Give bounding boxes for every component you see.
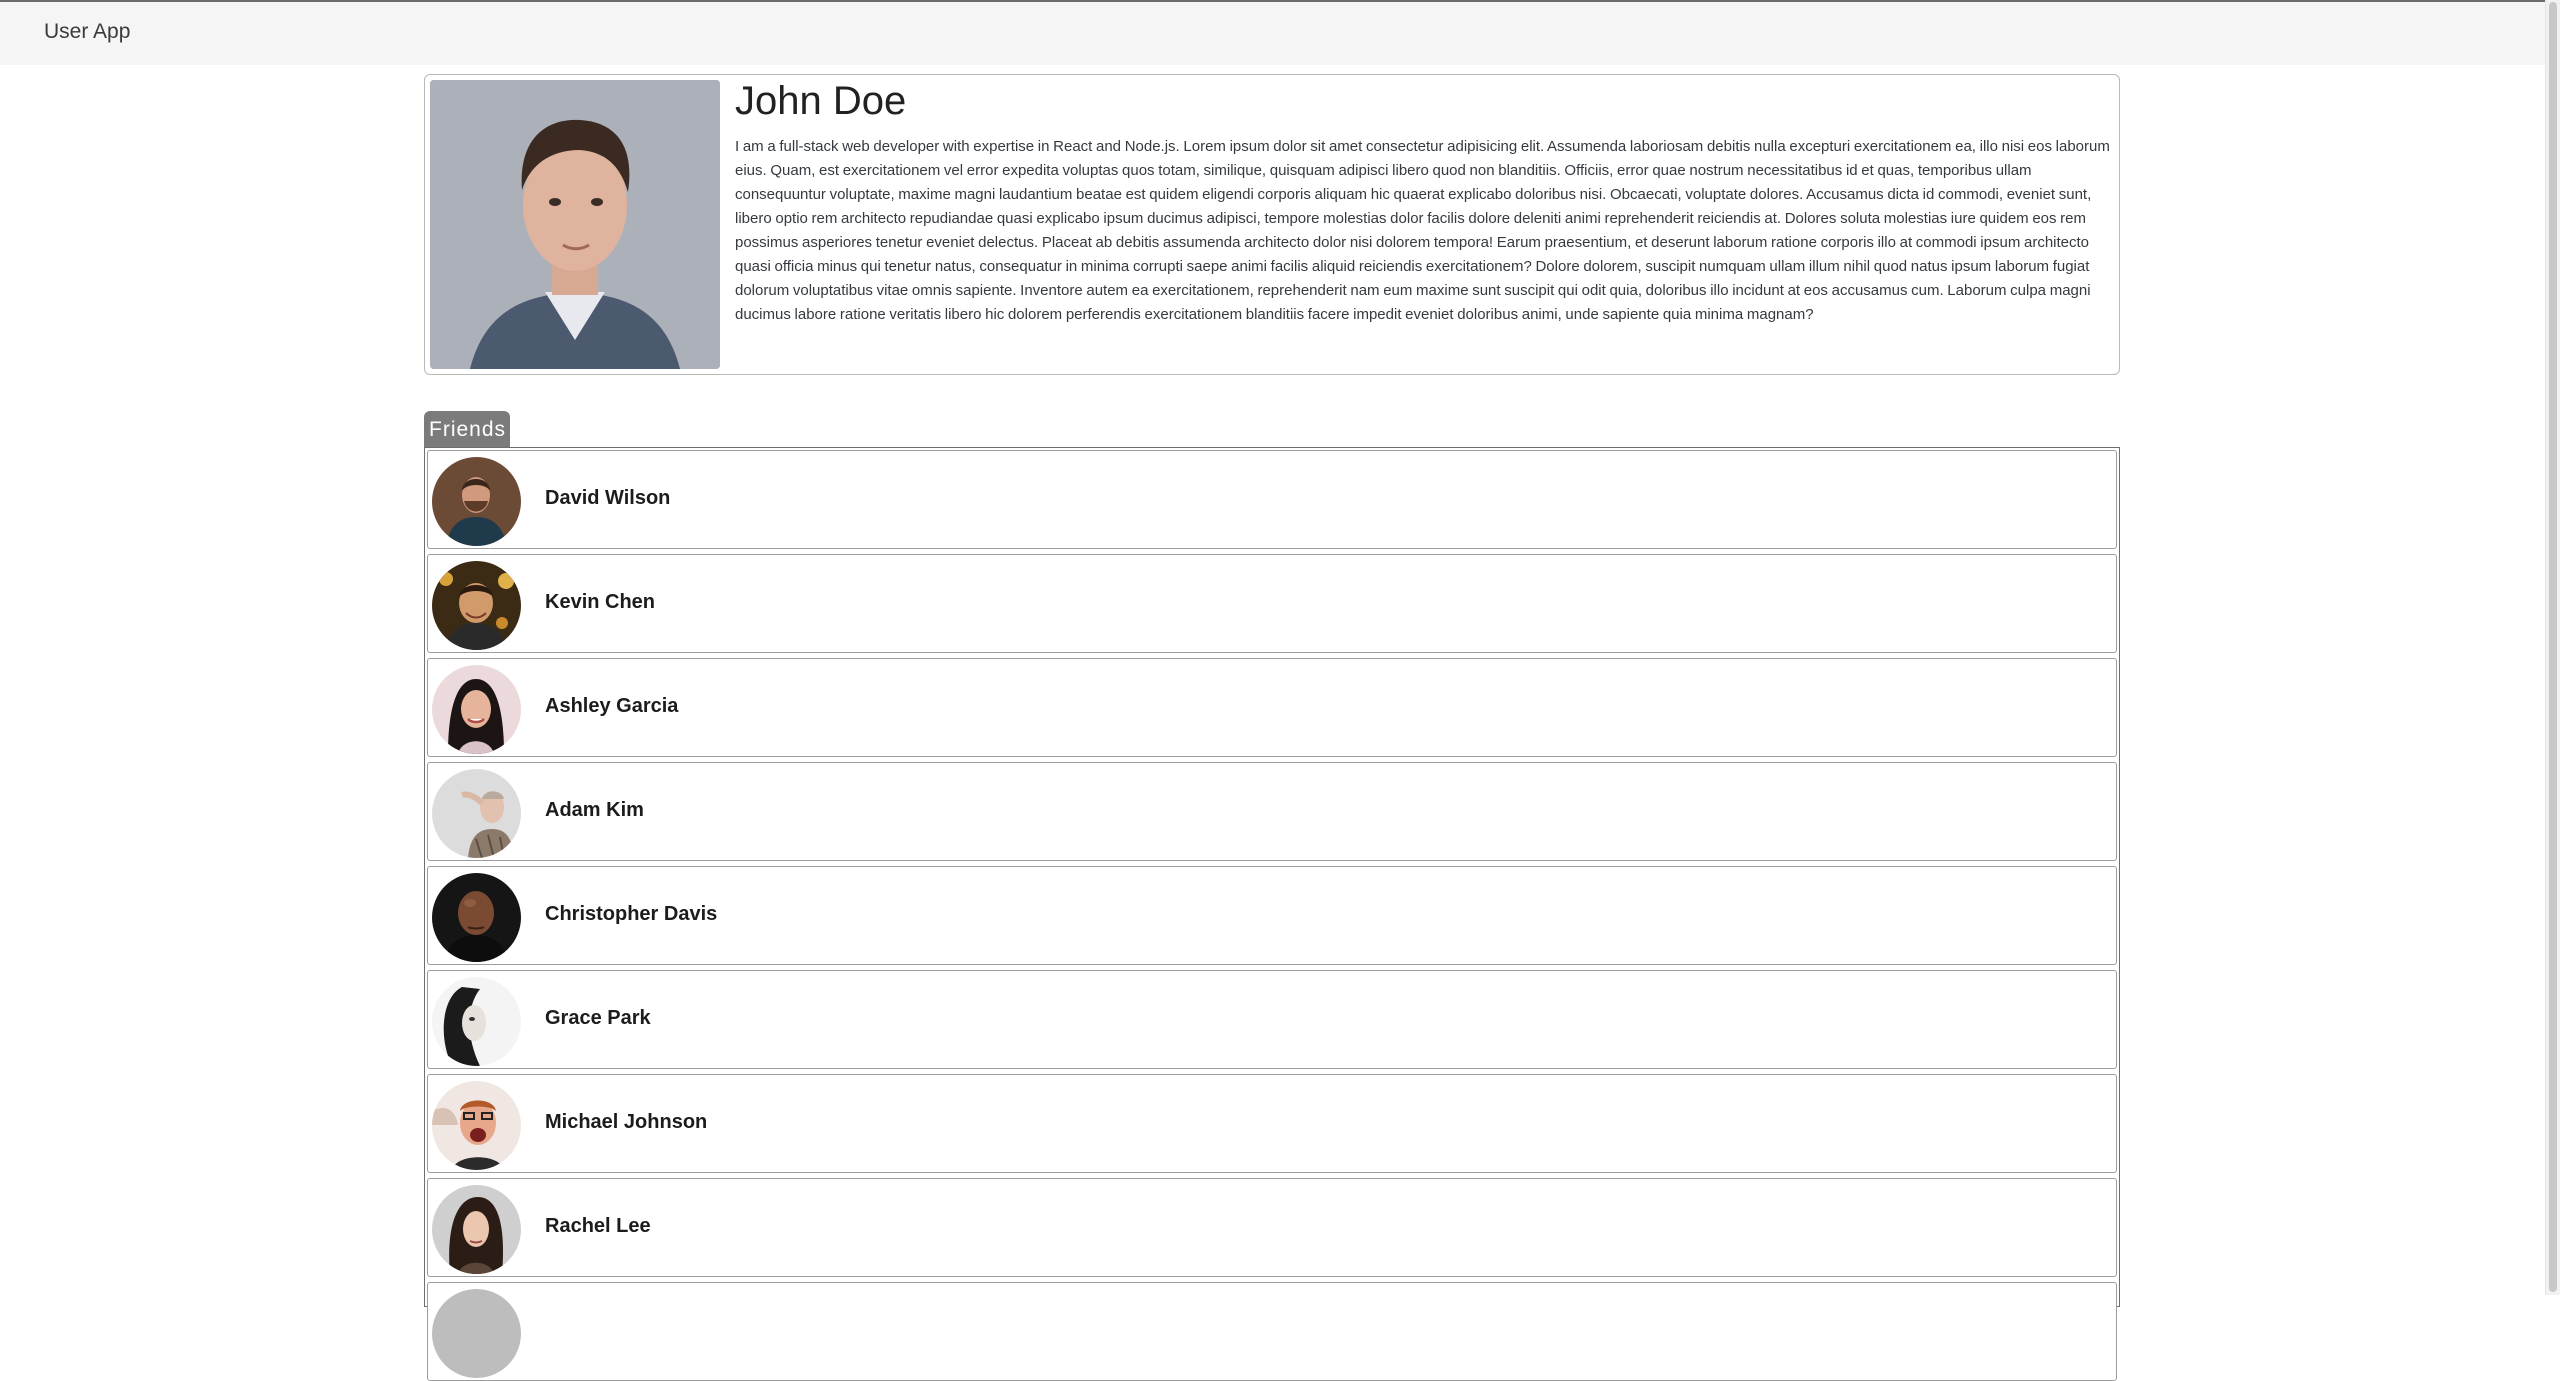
friend-avatar	[432, 457, 521, 546]
friend-row-michael-johnson[interactable]: Michael Johnson	[427, 1074, 2117, 1173]
page-scrollbar[interactable]	[2545, 0, 2560, 1295]
friend-name: Adam Kim	[545, 799, 644, 821]
friend-avatar	[432, 1185, 521, 1274]
profile-card: John Doe I am a full-stack web developer…	[424, 74, 2120, 375]
friend-name: Michael Johnson	[545, 1111, 708, 1133]
friend-avatar	[432, 873, 521, 962]
friend-name: Grace Park	[545, 1007, 651, 1029]
friend-row-christopher-davis[interactable]: Christopher Davis	[427, 866, 2117, 965]
friend-row-grace-park[interactable]: Grace Park	[427, 970, 2117, 1069]
friend-avatar	[432, 769, 521, 858]
friend-name: Rachel Lee	[545, 1215, 651, 1237]
friend-row-rachel-lee[interactable]: Rachel Lee	[427, 1178, 2117, 1277]
friend-avatar	[432, 1289, 521, 1378]
scrollbar-thumb[interactable]	[2549, 2, 2557, 1292]
friend-name: Ashley Garcia	[545, 695, 679, 717]
profile-bio: I am a full-stack web developer with exp…	[735, 138, 2110, 323]
tab-friends[interactable]: Friends	[424, 411, 510, 447]
friend-avatar	[432, 561, 521, 650]
friend-name: David Wilson	[545, 487, 671, 509]
navbar: User App	[0, 0, 2545, 65]
friend-row-kevin-chen[interactable]: Kevin Chen	[427, 554, 2117, 653]
brand-link[interactable]: User App	[44, 20, 130, 44]
profile-photo	[430, 80, 720, 369]
friend-avatar	[432, 665, 521, 754]
friend-avatar	[432, 977, 521, 1066]
friend-row-ashley-garcia[interactable]: Ashley Garcia	[427, 658, 2117, 757]
friends-list: David Wilson Kevin Chen Ashley Garcia Ad…	[424, 447, 2120, 1381]
friend-row-partial[interactable]	[427, 1282, 2117, 1381]
friend-row-david-wilson[interactable]: David Wilson	[427, 450, 2117, 549]
friend-avatar	[432, 1081, 521, 1170]
profile-name: John Doe	[735, 79, 907, 123]
friend-row-adam-kim[interactable]: Adam Kim	[427, 762, 2117, 861]
friend-name: Christopher Davis	[545, 903, 718, 925]
friend-name: Kevin Chen	[545, 591, 656, 613]
